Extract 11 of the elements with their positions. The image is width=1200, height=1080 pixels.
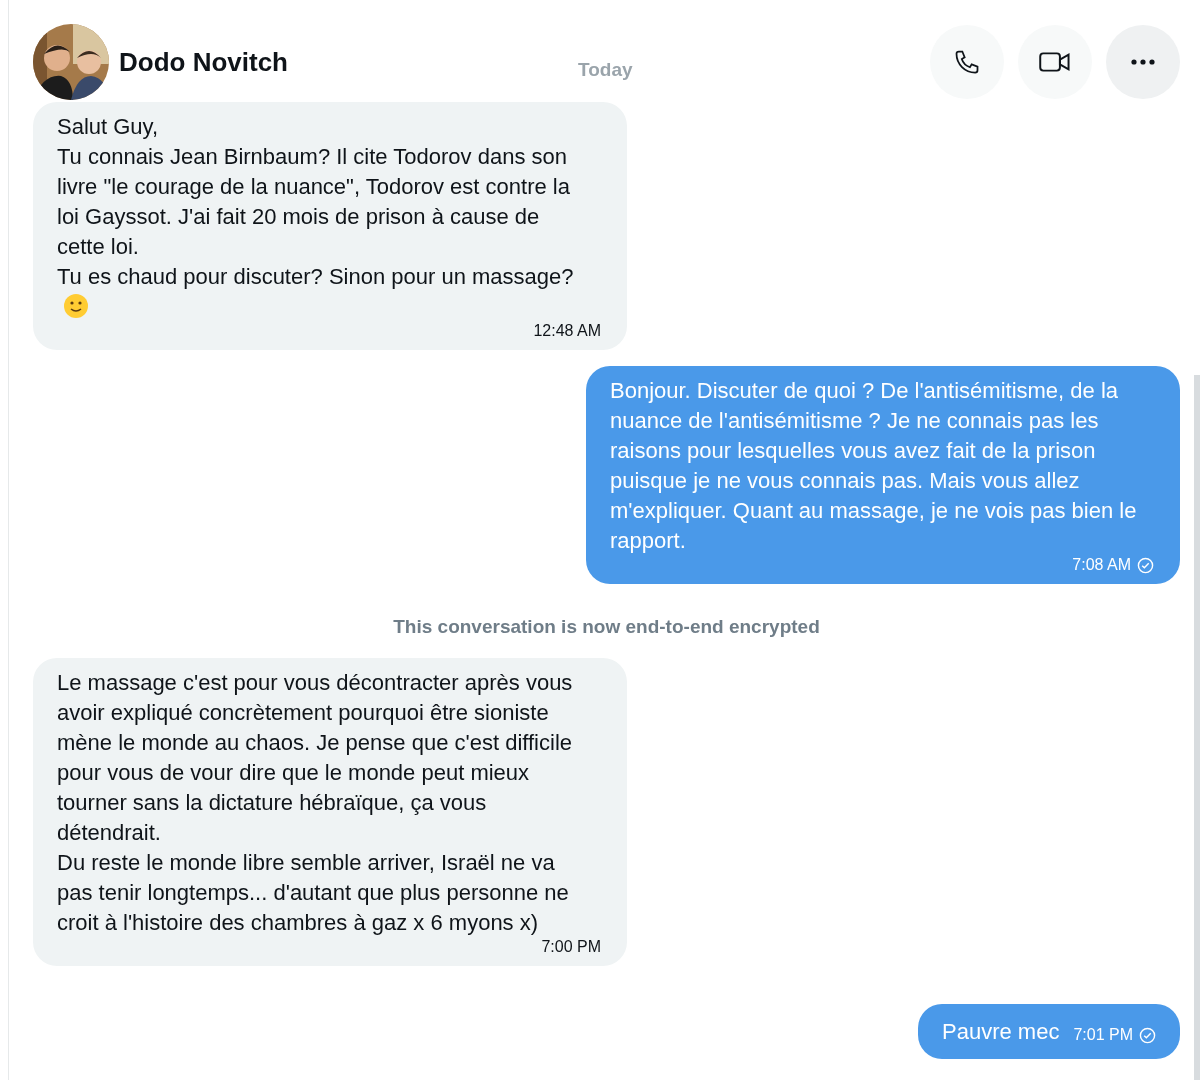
message-text: Le massage c'est pour vous décontracter après vous avoir expliqué concrètement pourquoi être sioniste mène le monde au chaos. Je pense que c'est difficile pour vous de vour dire que le monde peut mieux tourner sans la dictature hébraïque, ça vous détendrait. Du reste le monde libre semble arriver, Israël ne va pas tenir longtemps... d'autant que plus personne ne croit à l'histoire des chambres à gaz x 6 myons x): [57, 669, 574, 937]
date-label: Today: [578, 59, 633, 81]
message-time: 7:00 PM: [541, 938, 601, 956]
message-text: Bonjour. Discuter de quoi ? De l'antisémitisme, de la nuance de l'antisémitisme ? Je ne connais pas les raisons pour lesquelles vous avez fait de la prison puisque je ne vous connais pas. Mais vous allez m'expliquer. Quant au massage, je ne vois pas bien le rapport.: [610, 377, 1138, 555]
encryption-notice: This conversation is now end-to-end encrypted: [393, 616, 820, 638]
message-text: Pauvre mec: [942, 1018, 1060, 1046]
message-time: 12:48 AM: [533, 322, 601, 340]
message-time: 7:01 PM: [1073, 1026, 1133, 1044]
message-time: 7:08 AM: [1072, 556, 1131, 574]
contact-name: Dodo Novitch: [119, 46, 288, 78]
message-text: Salut Guy, Tu connais Jean Birnbaum? Il cite Todorov dans son livre "le courage de la nuance", Todorov est contre la loi Gayssot. J'ai fait 20 mois de prison à cause de cette loi. Tu es chaud pour discuter? Sinon pour un massage?: [57, 112, 601, 322]
